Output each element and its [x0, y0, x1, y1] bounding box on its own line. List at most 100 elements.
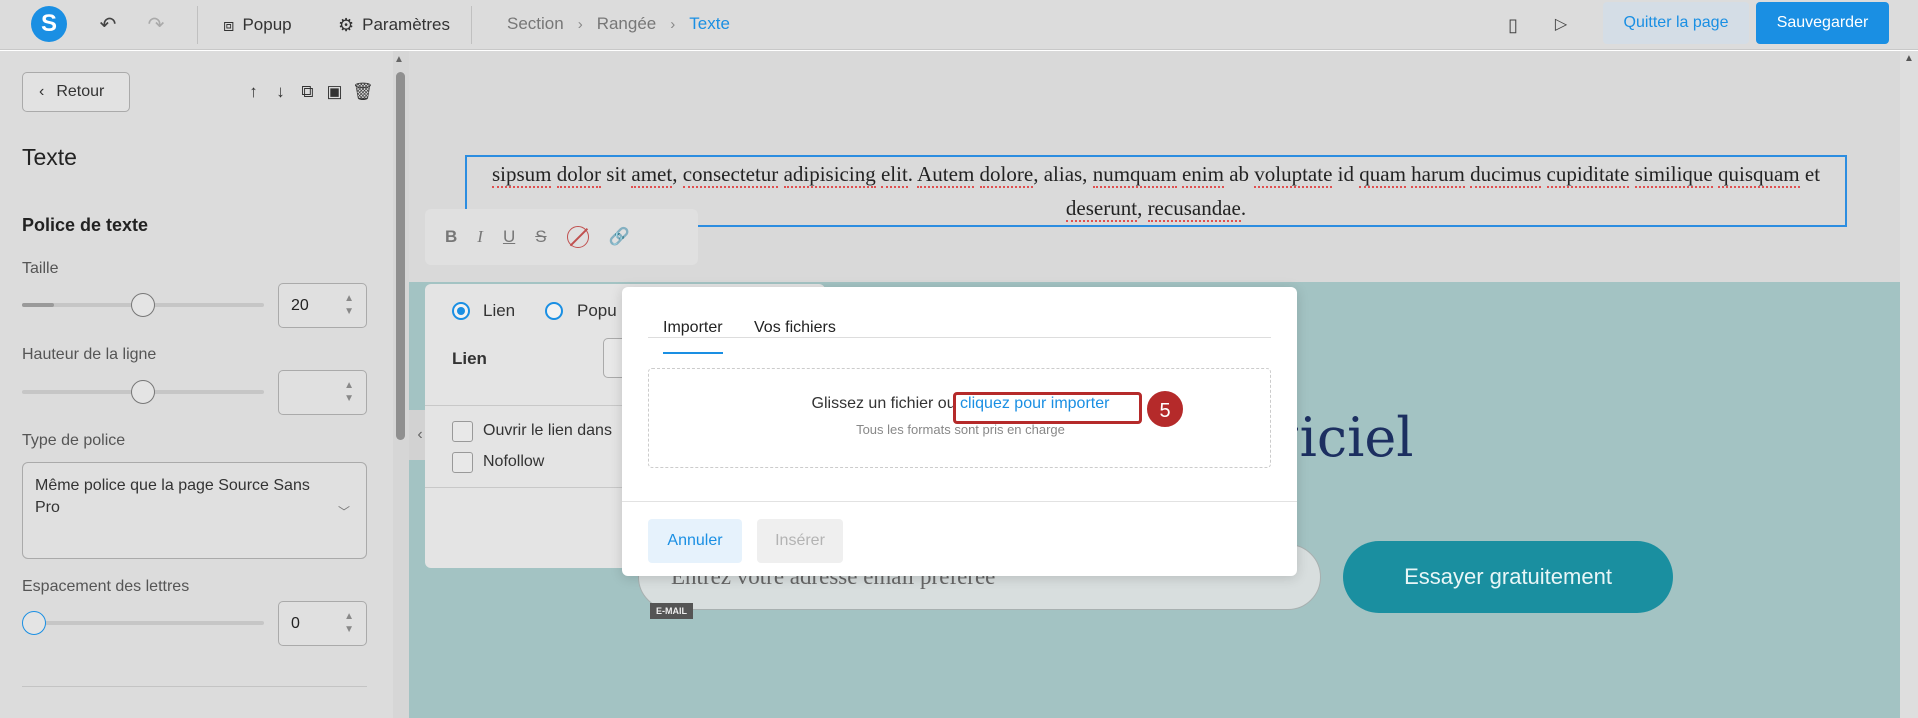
trash-icon[interactable]: 🗑 [352, 82, 374, 102]
text-segment [1541, 162, 1546, 186]
popup-label: Popup [242, 15, 292, 34]
text-segment: Autem [917, 162, 975, 188]
section-title: Police de texte [22, 215, 149, 235]
text-segment: . [1240, 196, 1247, 220]
modal-divider [622, 501, 1297, 502]
back-button[interactable]: ‹ Retour [22, 72, 130, 112]
size-slider-handle[interactable] [131, 293, 155, 317]
text-segment: , [672, 162, 683, 186]
insert-button[interactable]: Insérer [757, 519, 843, 563]
strikethrough-icon[interactable]: S [535, 227, 546, 247]
text-segment: id [1332, 162, 1360, 186]
chevron-right-icon: › [670, 15, 676, 33]
settings-label: Paramètres [362, 15, 451, 34]
mobile-preview-icon[interactable]: ▯ [1500, 12, 1526, 38]
app-logo[interactable]: S [31, 6, 67, 42]
line-height-slider-handle[interactable] [131, 380, 155, 404]
dropzone-hint: Tous les formats sont pris en charge [856, 422, 1065, 437]
radio-link[interactable] [452, 302, 470, 320]
text-segment [974, 162, 979, 186]
tab-your-files[interactable]: Vos fichiers [754, 319, 836, 352]
text-segment: dolor [556, 162, 602, 188]
toolbar-divider [471, 6, 472, 44]
open-new-tab-checkbox[interactable] [452, 421, 473, 442]
play-icon[interactable]: ▷ [1548, 12, 1574, 38]
text-segment: harum [1411, 162, 1465, 188]
text-segment: quisquam [1717, 162, 1800, 188]
nofollow-label: Nofollow [483, 453, 545, 470]
breadcrumb: Section › Rangée › Texte [507, 14, 730, 34]
arrow-up-icon[interactable]: ↑ [244, 82, 263, 102]
copy-icon[interactable]: ⧉ [298, 82, 317, 102]
link-panel-divider [425, 487, 625, 488]
nofollow-checkbox[interactable] [452, 452, 473, 473]
spinner-icon[interactable]: ▲ ▼ [344, 379, 354, 405]
text-segment: ab [1223, 162, 1255, 186]
text-segment: numquam [1092, 162, 1177, 188]
undo-icon[interactable]: ↶ [95, 12, 121, 38]
line-height-input[interactable]: ▲ ▼ [278, 370, 367, 415]
breadcrumb-row[interactable]: Rangée [597, 14, 657, 34]
text-segment: amet [631, 162, 673, 188]
breadcrumb-text[interactable]: Texte [689, 14, 730, 34]
italic-icon[interactable]: I [477, 227, 483, 247]
text-segment: sit [601, 162, 632, 186]
back-label: Retour [56, 83, 105, 100]
popup-icon: ⧈ [223, 14, 235, 35]
quit-page-button[interactable]: Quitter la page [1603, 2, 1749, 44]
letter-spacing-input[interactable]: 0 ▲ ▼ [278, 601, 367, 646]
spinner-icon[interactable]: ▲ ▼ [344, 610, 354, 636]
text-segment: cupiditate [1546, 162, 1630, 188]
size-label: Taille [22, 260, 59, 277]
panel-scrollbar-thumb[interactable] [396, 72, 405, 440]
link-label: Lien [452, 349, 487, 368]
redo-icon[interactable]: ↷ [143, 12, 169, 38]
text-segment: deserunt [1065, 196, 1138, 222]
save-icon[interactable]: ▣ [325, 82, 344, 102]
element-tools: ↑ ↓ ⧉ ▣ 🗑 [244, 82, 374, 102]
toolbar-divider [197, 6, 198, 44]
cta-button[interactable]: Essayer gratuitement [1343, 541, 1673, 613]
top-toolbar: S ↶ ↷ ⧈ Popup ⚙ Paramètres Section › Ran… [0, 0, 1918, 50]
panel-divider [22, 686, 367, 687]
canvas-scrollbar[interactable]: ▲ [1900, 51, 1918, 718]
file-upload-modal: Importer Vos fichiers Glissez un fichier… [622, 287, 1297, 576]
radio-popup[interactable] [545, 302, 563, 320]
link-icon[interactable]: 🔗 [609, 227, 630, 247]
settings-button[interactable]: ⚙ Paramètres [338, 13, 450, 37]
letter-spacing-label: Espacement des lettres [22, 578, 190, 595]
save-button[interactable]: Sauvegarder [1756, 2, 1889, 44]
no-color-icon[interactable] [566, 226, 589, 248]
text-segment: et [1799, 162, 1821, 186]
letter-spacing-slider-handle[interactable] [22, 611, 46, 635]
size-value: 20 [291, 297, 309, 314]
font-type-select[interactable]: Même police que la page Source Sans Pro … [22, 462, 367, 559]
text-segment: recusandae [1147, 196, 1241, 222]
text-segment: dolore [979, 162, 1034, 188]
scroll-up-icon[interactable]: ▲ [1904, 53, 1914, 64]
cancel-button[interactable]: Annuler [648, 519, 742, 563]
text-segment [551, 162, 556, 186]
letter-spacing-slider[interactable] [22, 621, 264, 625]
line-height-label: Hauteur de la ligne [22, 346, 157, 363]
bold-icon[interactable]: B [445, 227, 457, 247]
text-segment: voluptate [1254, 162, 1333, 188]
underline-icon[interactable]: U [503, 227, 515, 247]
breadcrumb-section[interactable]: Section [507, 14, 564, 34]
spinner-icon[interactable]: ▲ ▼ [344, 292, 354, 318]
text-segment: . [907, 162, 918, 186]
text-segment: similique [1634, 162, 1713, 188]
text-segment: consectetur [682, 162, 779, 188]
step-badge: 5 [1145, 389, 1185, 429]
gear-icon: ⚙ [338, 14, 355, 35]
text-segment: ducimus [1470, 162, 1542, 188]
font-type-label: Type de police [22, 432, 126, 449]
popup-button[interactable]: ⧈ Popup [223, 13, 292, 37]
scroll-up-icon[interactable]: ▲ [394, 54, 404, 65]
text-segment [778, 162, 783, 186]
size-input[interactable]: 20 ▲ ▼ [278, 283, 367, 328]
tab-import[interactable]: Importer [663, 319, 723, 354]
arrow-down-icon[interactable]: ↓ [271, 82, 290, 102]
modal-tabs: Importer Vos fichiers [648, 312, 1271, 354]
text-segment: sipsum [491, 162, 552, 188]
